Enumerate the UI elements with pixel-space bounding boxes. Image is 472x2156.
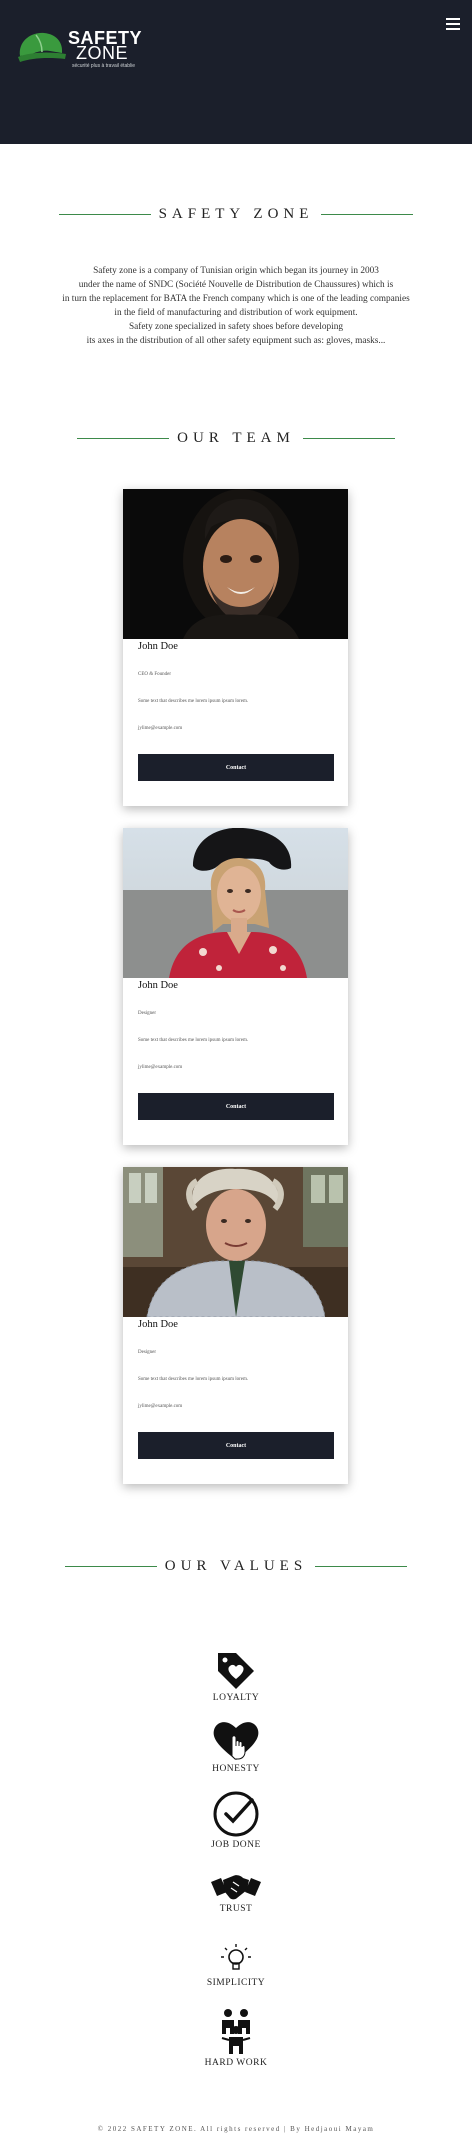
team-title: OUR TEAM: [0, 430, 472, 447]
logo[interactable]: SAFETY ZONE sécurité plus à travail étab…: [16, 26, 142, 70]
about-title: SAFETY ZONE: [0, 206, 472, 223]
lightbulb-icon: [221, 1944, 251, 1970]
values-title-text: OUR VALUES: [164, 1558, 308, 1574]
value-label: HARD WORK: [204, 2058, 268, 2068]
brand-tagline: sécurité plus à travail établie: [72, 63, 136, 69]
member-name: John Doe: [138, 641, 178, 652]
value-label: TRUST: [219, 1904, 253, 1914]
team-photo: [123, 1167, 348, 1317]
member-name: John Doe: [138, 1319, 178, 1330]
value-loyalty: LOYALTY: [186, 1649, 286, 1703]
member-description: Some text that describes me lorem ipsum …: [138, 699, 249, 704]
footer-copyright: © 2022 SAFETY ZONE. All rights reserved …: [97, 2125, 375, 2133]
tag-heart-icon: [218, 1653, 254, 1689]
value-label: SIMPLICITY: [206, 1978, 266, 1988]
value-job-done: JOB DONE: [186, 1790, 286, 1850]
about-line: Safety zone specialized in safety shoes …: [128, 322, 343, 332]
member-email: jylime@example.com: [138, 726, 183, 731]
contact-button[interactable]: Contact: [138, 1093, 334, 1120]
contact-button[interactable]: Contact: [138, 754, 334, 781]
member-description: Some text that describes me lorem ipsum …: [138, 1038, 249, 1043]
value-trust: TRUST: [186, 1872, 286, 1914]
member-name: John Doe: [138, 980, 178, 991]
contact-button[interactable]: Contact: [138, 1432, 334, 1459]
about-line: in the field of manufacturing and distri…: [114, 308, 358, 318]
value-hard-work: HARD WORK: [186, 2008, 286, 2068]
about-line: in turn the replacement for BATA the Fre…: [62, 294, 410, 304]
team-card: John Doe Designer Some text that describ…: [123, 1167, 348, 1484]
value-simplicity: SIMPLICITY: [186, 1942, 286, 1988]
about-text: Safety zone is a company of Tunisian ori…: [40, 264, 432, 348]
team-card: John Doe CEO & Founder Some text that de…: [123, 489, 348, 806]
member-role: Designer: [138, 1011, 157, 1016]
member-email: jylime@example.com: [138, 1404, 183, 1409]
helmet-icon: [18, 32, 66, 62]
check-circle-icon: [213, 1791, 259, 1837]
site-header: SAFETY ZONE sécurité plus à travail étab…: [0, 0, 472, 144]
brand-line2: ZONE: [76, 43, 129, 63]
heart-hand-icon: [213, 1722, 259, 1760]
value-label: LOYALTY: [212, 1693, 260, 1703]
team-photo: [123, 828, 348, 978]
about-line: Safety zone is a company of Tunisian ori…: [93, 266, 379, 276]
about-line: under the name of SNDC (Société Nouvelle…: [78, 280, 394, 290]
member-role: CEO & Founder: [138, 672, 172, 677]
member-email: jylime@example.com: [138, 1065, 183, 1070]
values-title: OUR VALUES: [0, 1558, 472, 1575]
member-role: Designer: [138, 1350, 157, 1355]
value-label: HONESTY: [212, 1764, 260, 1774]
team-title-text: OUR TEAM: [177, 430, 295, 446]
handshake-icon: [211, 1875, 261, 1900]
member-description: Some text that describes me lorem ipsum …: [138, 1377, 249, 1382]
teamwork-icon: [221, 2009, 251, 2054]
team-card: John Doe Designer Some text that describ…: [123, 828, 348, 1145]
hamburger-menu-icon[interactable]: [446, 18, 460, 32]
value-label: JOB DONE: [211, 1840, 261, 1850]
about-line: its axes in the distribution of all othe…: [86, 336, 386, 346]
about-title-text: SAFETY ZONE: [158, 206, 314, 222]
value-honesty: HONESTY: [186, 1718, 286, 1774]
team-photo: [123, 489, 348, 639]
